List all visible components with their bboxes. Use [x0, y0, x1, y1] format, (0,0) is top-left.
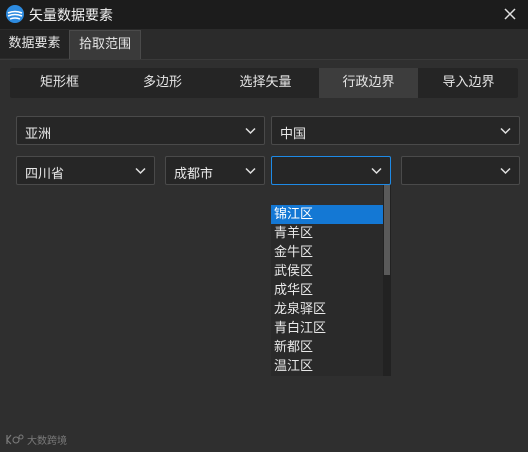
district-option[interactable]: 锦江区 — [271, 205, 383, 224]
district-option[interactable]: 龙泉驿区 — [271, 300, 383, 319]
district-option[interactable]: 金牛区 — [271, 243, 383, 262]
subtab-admin-boundary[interactable]: 行政边界 — [319, 68, 418, 98]
city-value: 成都市 — [174, 167, 214, 182]
range-mode-tabs: 矩形框 多边形 选择矢量 行政边界 导入边界 — [10, 68, 518, 98]
watermark: 大数跨境 — [6, 431, 67, 447]
close-icon[interactable] — [500, 4, 520, 24]
district-dropdown-list: 锦江区 青羊区 金牛区 武侯区 成华区 龙泉驿区 青白江区 新都区 温江区 — [271, 185, 391, 376]
country-select[interactable]: 中国 — [271, 116, 520, 145]
chevron-down-icon — [500, 127, 511, 135]
subtab-import-boundary[interactable]: 导入边界 — [419, 68, 518, 98]
district-option[interactable]: 温江区 — [271, 357, 383, 376]
district-options: 锦江区 青羊区 金牛区 武侯区 成华区 龙泉驿区 青白江区 新都区 温江区 — [271, 205, 383, 376]
district-option[interactable]: 成华区 — [271, 281, 383, 300]
continent-value: 亚洲 — [25, 127, 52, 142]
country-value: 中国 — [280, 127, 307, 142]
chevron-down-icon — [500, 167, 511, 175]
dropdown-scrollbar[interactable] — [383, 185, 391, 376]
subtab-select-vector[interactable]: 选择矢量 — [216, 68, 315, 98]
title-bar: 矢量数据要素 — [0, 0, 528, 29]
scrollbar-thumb[interactable] — [384, 185, 390, 275]
district-option[interactable]: 青羊区 — [271, 224, 383, 243]
district-select[interactable] — [271, 156, 391, 185]
district-option[interactable]: 武侯区 — [271, 262, 383, 281]
city-select[interactable]: 成都市 — [165, 156, 265, 185]
province-value: 四川省 — [25, 167, 65, 182]
chevron-down-icon — [245, 167, 256, 175]
watermark-logo-icon — [6, 434, 24, 445]
subtab-rectangle[interactable]: 矩形框 — [10, 68, 109, 98]
chevron-down-icon — [135, 167, 146, 175]
app-logo-icon — [6, 5, 24, 23]
district-option[interactable]: 青白江区 — [271, 319, 383, 338]
district-option[interactable]: 新都区 — [271, 338, 383, 357]
tab-pick-range[interactable]: 拾取范围 — [69, 30, 141, 59]
top-tab-bar: 数据要素 拾取范围 — [0, 30, 528, 60]
subtab-polygon[interactable]: 多边形 — [113, 68, 212, 98]
province-select[interactable]: 四川省 — [16, 156, 155, 185]
subdistrict-select[interactable] — [401, 156, 520, 185]
watermark-text: 大数跨境 — [27, 435, 67, 447]
window-title: 矢量数据要素 — [29, 8, 113, 24]
continent-select[interactable]: 亚洲 — [16, 116, 265, 145]
tab-data-elements[interactable]: 数据要素 — [0, 30, 70, 58]
chevron-down-icon — [245, 127, 256, 135]
chevron-down-icon — [371, 167, 382, 175]
